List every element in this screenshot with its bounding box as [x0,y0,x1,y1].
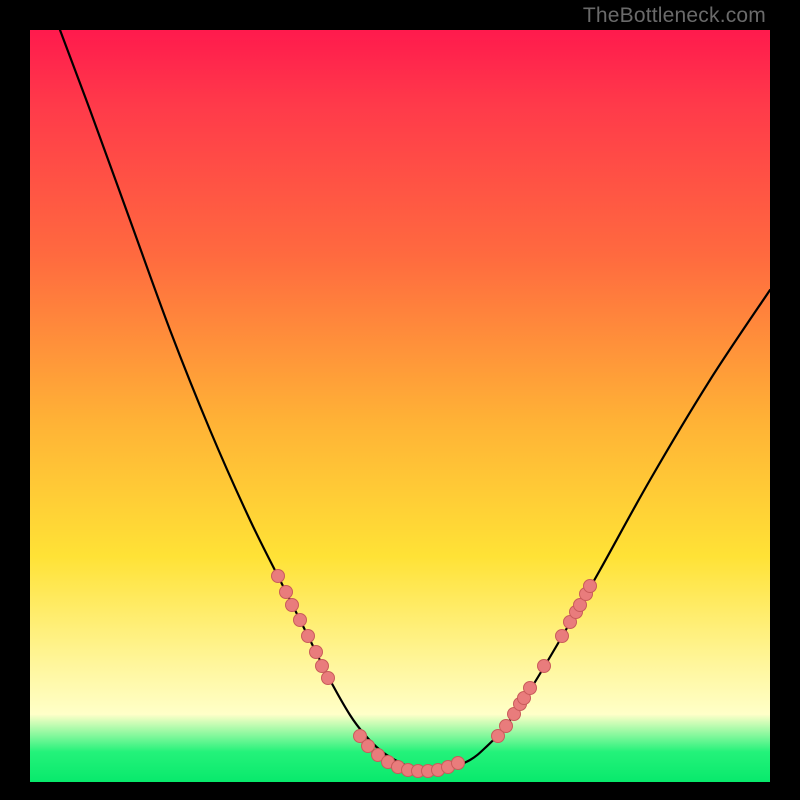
curve-marker [584,580,597,593]
curve-marker [280,586,293,599]
curve-marker [294,614,307,627]
curve-marker [362,740,375,753]
curve-marker [316,660,329,673]
curve-marker [286,599,299,612]
curve-marker [302,630,315,643]
chart-svg [30,30,770,782]
curve-marker [538,660,551,673]
curve-markers [272,570,597,778]
curve-marker [556,630,569,643]
curve-marker [310,646,323,659]
chart-frame [30,30,770,782]
bottleneck-curve [60,30,770,771]
curve-marker [500,720,513,733]
curve-marker [524,682,537,695]
curve-marker [452,757,465,770]
curve-marker [272,570,285,583]
curve-marker [322,672,335,685]
watermark-text: TheBottleneck.com [583,4,766,28]
